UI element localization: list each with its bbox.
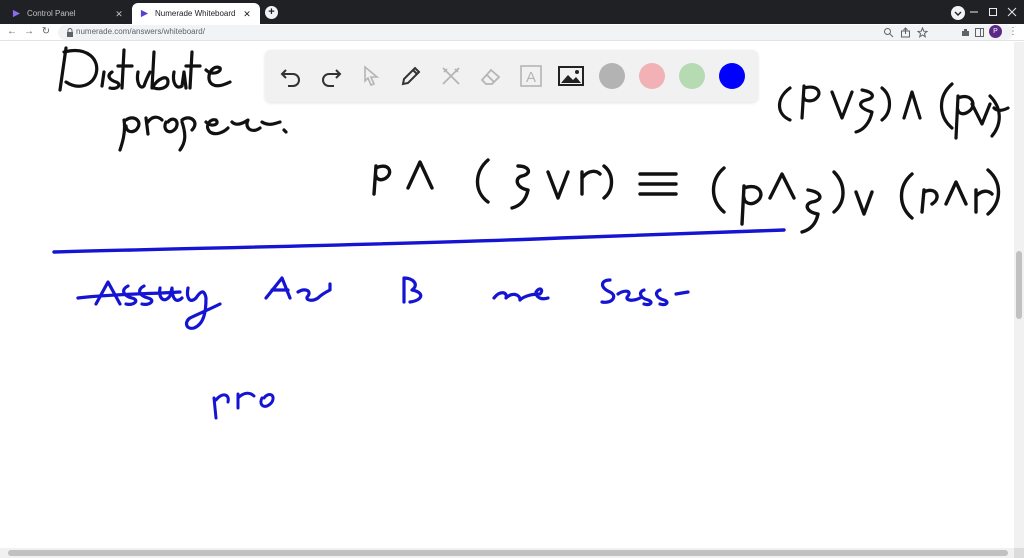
- tools-icon[interactable]: [437, 62, 465, 90]
- url-text: numerade.com/answers/whiteboard/: [76, 27, 205, 36]
- tab-control-panel[interactable]: Control Panel ✕: [4, 3, 132, 24]
- image-icon[interactable]: [557, 62, 585, 90]
- share-icon[interactable]: [900, 27, 911, 38]
- numerade-favicon-icon: [12, 9, 21, 18]
- ink-property: [118, 115, 288, 152]
- eraser-icon[interactable]: [477, 62, 505, 90]
- color-swatch-blue[interactable]: [719, 63, 745, 89]
- close-tab-icon[interactable]: ✕: [114, 9, 124, 19]
- close-tab-icon[interactable]: ✕: [242, 9, 252, 19]
- numerade-favicon-icon: [140, 9, 149, 18]
- color-swatch-gray[interactable]: [599, 63, 625, 89]
- handwriting-layer: [52, 46, 1010, 420]
- extensions-icon[interactable]: [960, 27, 971, 38]
- color-swatch-pink[interactable]: [639, 63, 665, 89]
- text-tool-glyph: A: [526, 69, 536, 86]
- ink-separator-line: [52, 228, 786, 254]
- chevron-down-icon: [954, 11, 962, 16]
- browser-toolbar: ← → ↻ numerade.com/answers/whiteboard/ P…: [0, 24, 1024, 41]
- whiteboard-canvas[interactable]: A: [0, 42, 1014, 548]
- pen-icon[interactable]: [397, 62, 425, 90]
- star-icon[interactable]: [917, 27, 928, 38]
- vertical-scroll-thumb[interactable]: [1016, 251, 1022, 319]
- horizontal-scroll-thumb[interactable]: [8, 550, 1008, 556]
- whiteboard-toolbar: A: [265, 50, 758, 102]
- sidepanel-icon[interactable]: [974, 27, 985, 38]
- scrollbar-corner: [1014, 548, 1024, 558]
- window-close-icon[interactable]: [1005, 5, 1019, 19]
- tab-title: Numerade Whiteboard: [155, 9, 236, 18]
- ink-equivalence: [372, 158, 1001, 234]
- vertical-scrollbar[interactable]: [1014, 42, 1024, 548]
- tab-title: Control Panel: [27, 9, 76, 18]
- color-swatch-green[interactable]: [679, 63, 705, 89]
- horizontal-scrollbar[interactable]: [0, 548, 1014, 558]
- text-icon[interactable]: A: [517, 62, 545, 90]
- lock-icon[interactable]: [66, 28, 74, 37]
- minimize-icon[interactable]: [967, 5, 981, 19]
- ink-pro: [212, 391, 275, 420]
- reload-icon[interactable]: ↻: [40, 26, 52, 38]
- back-icon[interactable]: ←: [6, 26, 18, 38]
- select-icon[interactable]: [357, 62, 385, 90]
- ink-assume-sentence: [76, 276, 690, 330]
- ink-expression-right: [777, 82, 1010, 140]
- profile-avatar[interactable]: P: [989, 25, 1002, 38]
- tab-numerade-whiteboard[interactable]: Numerade Whiteboard ✕: [132, 3, 260, 24]
- redo-icon[interactable]: [317, 62, 345, 90]
- zoom-icon[interactable]: [883, 27, 894, 38]
- tab-strip: Control Panel ✕ Numerade Whiteboard ✕ +: [0, 0, 1024, 24]
- undo-icon[interactable]: [277, 62, 305, 90]
- restore-icon[interactable]: [986, 5, 1000, 19]
- new-tab-button[interactable]: +: [265, 6, 278, 19]
- address-bar[interactable]: numerade.com/answers/whiteboard/: [58, 25, 1013, 40]
- menu-icon[interactable]: ⋮: [1008, 26, 1018, 38]
- ink-distributive: [58, 46, 232, 92]
- forward-icon[interactable]: →: [23, 26, 35, 38]
- tab-search-button[interactable]: [951, 6, 965, 20]
